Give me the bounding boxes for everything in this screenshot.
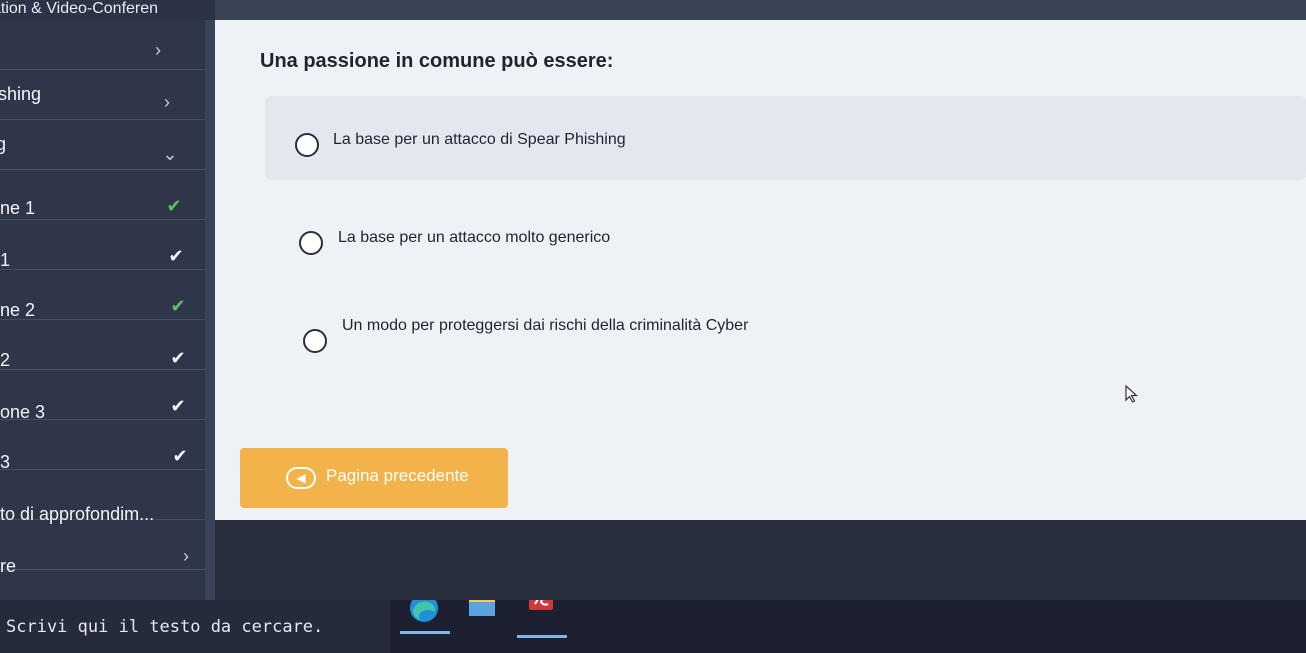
previous-page-button[interactable]: ◀ Pagina precedente	[240, 448, 508, 508]
chevron-down-icon: ⌄	[162, 144, 178, 164]
sidebar-item-0[interactable]: ›	[0, 20, 215, 70]
check-icon: ✔	[168, 246, 184, 266]
edge-browser-icon[interactable]	[395, 594, 455, 634]
course-title: ation & Video-Conferen	[0, 0, 215, 20]
search-input[interactable]	[6, 612, 386, 642]
taskbar-search[interactable]	[0, 600, 390, 653]
answer-option-1[interactable]: La base per un attacco di Spear Phishing	[265, 96, 1306, 180]
course-sidebar: › shing › g ⌄ ne 1 ✔ 1 ✔ ne 2 ✔ 2 ✔ one …	[0, 20, 215, 600]
top-bar: ation & Video-Conferen	[0, 0, 1306, 20]
sidebar-item-label: ne 2	[0, 300, 36, 320]
check-icon: ✔	[170, 296, 186, 316]
background-region	[215, 520, 1306, 600]
sidebar-item-label: ne 1	[0, 198, 36, 218]
check-icon: ✔	[172, 446, 188, 466]
sidebar-item-label: re	[0, 556, 17, 576]
folder-icon	[469, 594, 495, 616]
active-indicator	[517, 635, 567, 638]
course-title-text: ation & Video-Conferen	[0, 0, 159, 17]
sidebar-item-8[interactable]: 3 ✔	[0, 420, 215, 472]
active-indicator	[400, 631, 450, 634]
mouse-cursor-icon	[1125, 385, 1139, 403]
arrow-left-icon: ◀	[286, 467, 316, 489]
sidebar-item-4[interactable]: 1 ✔	[0, 220, 215, 270]
sidebar-item-label: g	[0, 134, 7, 154]
chevron-right-icon: ›	[183, 546, 189, 566]
answer-option-label: La base per un attacco molto generico	[338, 229, 611, 246]
chevron-right-icon: ›	[155, 40, 161, 60]
screen: ation & Video-Conferen › shing › g ⌄ ne …	[0, 0, 1306, 653]
answer-option-label: La base per un attacco di Spear Phishing	[333, 131, 626, 148]
check-icon: ✔	[170, 348, 186, 368]
pdf-icon	[529, 588, 553, 610]
radio-button-icon[interactable]	[299, 231, 323, 255]
sidebar-item-6[interactable]: 2 ✔	[0, 320, 215, 370]
sidebar-item-10[interactable]: re ›	[0, 520, 215, 576]
radio-button-icon[interactable]	[295, 133, 319, 157]
sidebar-item-1[interactable]: shing ›	[0, 70, 215, 120]
file-explorer-icon[interactable]	[455, 594, 515, 628]
sidebar-item-5[interactable]: ne 2 ✔	[0, 270, 215, 320]
sidebar-scroll-edge	[205, 20, 215, 600]
acrobat-reader-icon[interactable]	[510, 588, 570, 638]
sidebar-item-2[interactable]: g ⌄	[0, 120, 215, 170]
answer-option-2[interactable]: La base per un attacco molto generico	[265, 200, 1306, 284]
chevron-right-icon: ›	[164, 92, 170, 112]
check-icon: ✔	[170, 396, 186, 416]
sidebar-item-3[interactable]: ne 1 ✔	[0, 170, 215, 220]
sidebar-item-9[interactable]: to di approfondim...	[0, 470, 215, 524]
sidebar-item-label: shing	[0, 84, 42, 104]
sidebar-item-label: 1	[0, 250, 11, 270]
previous-page-label: Pagina precedente	[326, 466, 469, 485]
sidebar-item-label: 2	[0, 350, 11, 370]
answer-option-3[interactable]: Un modo per proteggersi dai rischi della…	[265, 298, 1306, 382]
taskbar	[0, 588, 1306, 653]
edge-browser-icon	[410, 594, 438, 622]
check-icon: ✔	[166, 196, 182, 216]
answer-option-label: Un modo per proteggersi dai rischi della…	[342, 317, 749, 334]
lesson-content: Una passione in comune può essere: La ba…	[215, 20, 1306, 520]
radio-button-icon[interactable]	[303, 329, 327, 353]
sidebar-item-7[interactable]: one 3 ✔	[0, 370, 215, 422]
question-title: Una passione in comune può essere:	[260, 50, 614, 72]
